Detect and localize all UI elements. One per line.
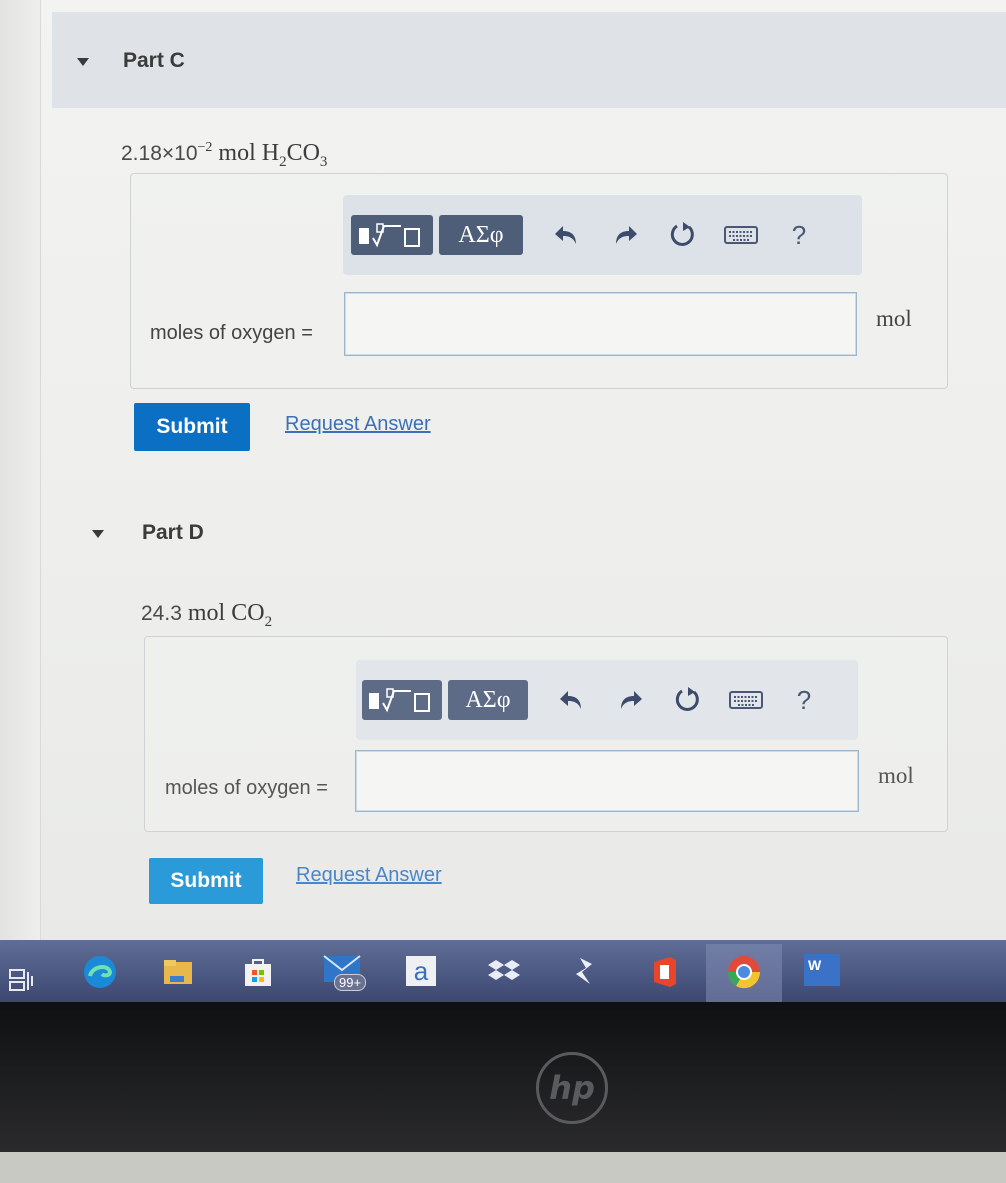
chrome-taskbar-item[interactable] bbox=[706, 944, 782, 1005]
office-icon[interactable] bbox=[646, 954, 682, 990]
part-c-submit-button[interactable]: Submit bbox=[134, 403, 250, 451]
subscript: 2 bbox=[279, 153, 287, 170]
task-view-icon[interactable] bbox=[8, 968, 34, 992]
power-automate-icon[interactable] bbox=[566, 954, 602, 990]
part-c-unit: mol bbox=[876, 306, 912, 331]
redo-icon bbox=[616, 226, 637, 244]
monitor-bezel bbox=[0, 1002, 1006, 1152]
exponent: −2 bbox=[197, 140, 213, 155]
windows-taskbar: 99+ a W bbox=[0, 940, 1006, 1005]
keyboard-icon bbox=[729, 691, 763, 709]
undo-button[interactable] bbox=[552, 680, 592, 720]
question-unit: mol H bbox=[218, 140, 280, 166]
templates-button[interactable] bbox=[351, 215, 433, 255]
hp-logo: hp bbox=[536, 1052, 608, 1124]
part-c-header[interactable] bbox=[52, 12, 1006, 108]
word-icon: W bbox=[804, 954, 840, 986]
question-unit-formula: CO bbox=[286, 140, 320, 166]
subscript: 2 bbox=[264, 613, 273, 630]
part-c-question: 2.18×10−2 mol H2CO3 bbox=[121, 140, 327, 171]
undo-icon bbox=[555, 226, 576, 244]
templates-icon bbox=[359, 223, 420, 248]
part-d-request-answer-link[interactable]: Request Answer bbox=[296, 864, 442, 887]
chrome-icon bbox=[727, 956, 761, 989]
mail-app-button[interactable]: 99+ bbox=[322, 954, 372, 991]
reset-button[interactable] bbox=[663, 215, 703, 255]
help-icon: ? bbox=[791, 219, 807, 250]
part-c-math-toolbar: ΑΣφ ? bbox=[343, 195, 862, 275]
dropbox-icon[interactable] bbox=[486, 954, 522, 990]
part-d-question: 24.3 mol CO2 bbox=[141, 600, 272, 631]
help-button[interactable]: ? bbox=[779, 215, 819, 255]
help-icon: ? bbox=[796, 684, 812, 715]
undo-button[interactable] bbox=[547, 215, 587, 255]
word-taskbar-item[interactable]: W bbox=[792, 944, 854, 1005]
part-c-answer-input[interactable] bbox=[344, 292, 857, 356]
edge-browser-icon[interactable] bbox=[82, 954, 118, 990]
redo-button[interactable] bbox=[610, 680, 650, 720]
part-d-unit: mol bbox=[878, 763, 914, 788]
part-c-title: Part C bbox=[123, 49, 185, 72]
question-number: 24.3 bbox=[141, 602, 182, 625]
mail-unread-badge: 99+ bbox=[334, 974, 367, 991]
part-c-request-answer-link[interactable]: Request Answer bbox=[285, 413, 431, 436]
greek-symbols-button[interactable]: ΑΣφ bbox=[448, 680, 528, 720]
left-edge bbox=[0, 0, 41, 945]
redo-icon bbox=[621, 691, 642, 709]
greek-symbols-button[interactable]: ΑΣφ bbox=[439, 215, 523, 255]
undo-icon bbox=[560, 691, 581, 709]
reset-icon bbox=[675, 687, 699, 711]
amazon-app-icon[interactable]: a bbox=[406, 956, 436, 986]
redo-button[interactable] bbox=[605, 215, 645, 255]
browser-viewport: Part C 2.18×10−2 mol H2CO3 ΑΣφ ? moles o… bbox=[0, 0, 1006, 945]
keyboard-button[interactable] bbox=[726, 680, 766, 720]
collapse-caret-icon[interactable] bbox=[77, 58, 89, 66]
part-d-field-label: moles of oxygen = bbox=[165, 777, 328, 799]
desk-surface bbox=[0, 1152, 1006, 1183]
part-d-title: Part D bbox=[142, 521, 204, 544]
help-button[interactable]: ? bbox=[784, 680, 824, 720]
microsoft-store-icon[interactable] bbox=[240, 954, 276, 990]
part-d-answer-input[interactable] bbox=[355, 750, 859, 812]
greek-symbols-icon: ΑΣφ bbox=[458, 221, 504, 248]
question-number: 2.18×10 bbox=[121, 142, 198, 165]
part-d-submit-button[interactable]: Submit bbox=[149, 858, 263, 904]
templates-icon bbox=[369, 688, 430, 713]
subscript: 3 bbox=[319, 153, 328, 170]
greek-symbols-icon: ΑΣφ bbox=[465, 686, 511, 713]
file-explorer-icon[interactable] bbox=[160, 954, 196, 990]
keyboard-button[interactable] bbox=[721, 215, 761, 255]
part-c-field-label: moles of oxygen = bbox=[150, 322, 313, 344]
reset-button[interactable] bbox=[668, 680, 708, 720]
collapse-caret-icon[interactable] bbox=[92, 530, 104, 538]
keyboard-icon bbox=[724, 226, 758, 244]
question-unit: mol CO bbox=[187, 600, 265, 626]
part-d-math-toolbar: ΑΣφ ? bbox=[356, 660, 858, 740]
templates-button[interactable] bbox=[362, 680, 442, 720]
reset-icon bbox=[670, 222, 694, 246]
